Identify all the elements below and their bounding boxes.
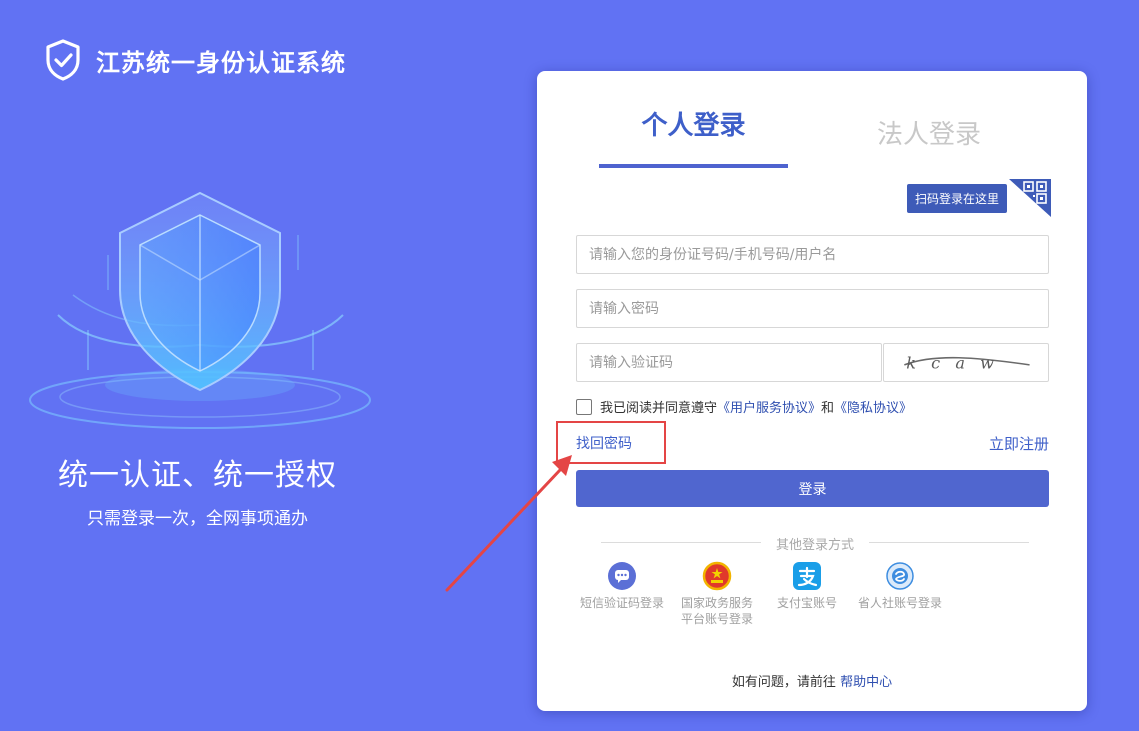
login-button[interactable]: 登录 <box>576 470 1049 507</box>
agreement-row: 我已阅读并同意遵守 《用户服务协议》 和 《隐私协议》 <box>576 397 912 416</box>
user-agreement-link[interactable]: 《用户服务协议》 <box>717 397 821 416</box>
social-security-login-label: 省人社账号登录 <box>857 596 942 610</box>
active-tab-indicator <box>599 164 788 168</box>
help-center-link[interactable]: 帮助中心 <box>840 675 892 690</box>
agreement-checkbox[interactable] <box>576 398 592 415</box>
alipay-icon <box>792 561 822 591</box>
gov-platform-login-label: 国家政务服务 平台账号登录 <box>680 596 753 626</box>
other-methods-title: 其他登录方式 <box>775 538 854 553</box>
help-footer: 如有问题，请前往 帮助中心 <box>537 671 1087 690</box>
tab-personal-login[interactable]: 个人登录 <box>599 105 788 142</box>
social-security-login-option[interactable]: 省人社账号登录 <box>852 561 948 611</box>
tab-legal-login[interactable]: 法人登录 <box>859 114 999 151</box>
alipay-login-label: 支付宝账号 <box>776 596 837 610</box>
captcha-text: kcaw <box>906 354 1009 373</box>
slogan-sub: 只需登录一次，全网事项通办 <box>87 509 308 529</box>
find-password-link[interactable]: 找回密码 <box>576 433 632 453</box>
slogan-main: 统一认证、统一授权 <box>58 458 337 493</box>
qr-login-label: 扫码登录在这里 <box>907 183 1008 213</box>
other-methods-divider: 其他登录方式 <box>601 534 1029 553</box>
qr-login-toggle[interactable]: 扫码登录在这里 <box>907 179 1052 217</box>
captcha-input[interactable] <box>576 343 882 382</box>
privacy-link[interactable]: 《隐私协议》 <box>834 397 912 416</box>
slogan: 统一认证、统一授权 只需登录一次，全网事项通办 <box>0 450 395 529</box>
agreement-and: 和 <box>821 401 835 416</box>
username-input[interactable] <box>576 235 1049 274</box>
alipay-login-option[interactable]: 支付宝账号 <box>759 561 855 611</box>
sms-icon <box>607 561 637 591</box>
brand-header: 江苏统一身份认证系统 <box>44 38 346 82</box>
sms-login-option[interactable]: 短信验证码登录 <box>574 561 670 611</box>
captcha-image[interactable]: kcaw <box>883 343 1049 382</box>
help-prefix: 如有问题，请前往 <box>731 675 836 690</box>
shield-check-icon <box>46 39 80 81</box>
register-link[interactable]: 立即注册 <box>989 433 1049 454</box>
brand-title: 江苏统一身份认证系统 <box>96 48 346 77</box>
social-security-icon <box>885 561 915 591</box>
password-input[interactable] <box>576 289 1049 328</box>
agreement-prefix: 我已阅读并同意遵守 <box>600 401 718 416</box>
shield-illustration <box>29 191 371 429</box>
gov-platform-login-option[interactable]: 国家政务服务 平台账号登录 <box>669 561 765 627</box>
qr-code-icon <box>1009 179 1052 217</box>
national-emblem-icon <box>702 561 732 591</box>
sms-login-label: 短信验证码登录 <box>579 596 664 610</box>
login-card: 个人登录 法人登录 扫码登录在这里 kcaw 我已阅读并同意遵守 《用户服务协议… <box>537 71 1087 711</box>
